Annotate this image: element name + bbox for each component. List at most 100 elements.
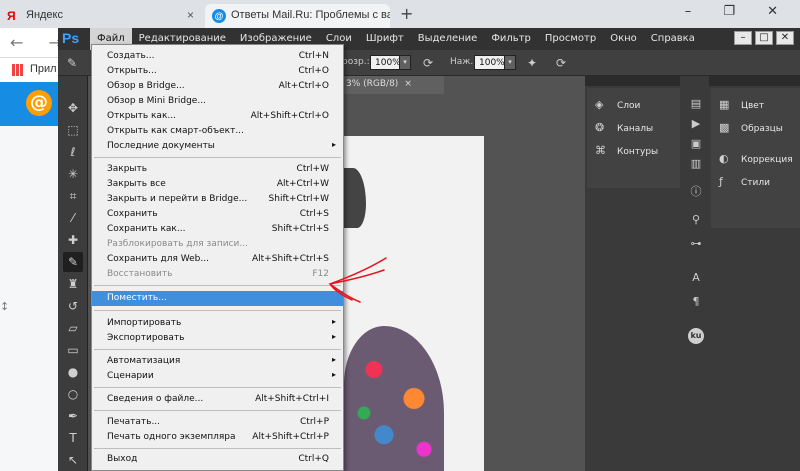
mail-logo-icon[interactable]: @ xyxy=(26,90,52,116)
marquee-tool-icon[interactable]: ⬚ xyxy=(63,120,83,140)
menu-separator xyxy=(94,157,341,158)
menu-item-label: Закрыть и перейти в Bridge... xyxy=(107,194,248,204)
minimize-button[interactable]: – xyxy=(734,31,752,45)
menu-item-scripts[interactable]: Сценарии ▸ xyxy=(92,369,343,384)
crop-tool-icon[interactable]: ⌗ xyxy=(63,186,83,206)
close-icon[interactable]: × xyxy=(187,8,194,22)
history-brush-tool-icon[interactable]: ↺ xyxy=(63,296,83,316)
clone-source-icon[interactable]: ⊶ xyxy=(688,236,704,252)
menu-help[interactable]: Справка xyxy=(644,28,702,50)
blur-tool-icon[interactable]: ● xyxy=(63,362,83,382)
document-canvas[interactable] xyxy=(344,136,484,471)
close-icon[interactable]: × xyxy=(404,79,412,89)
menu-item-new[interactable]: Создать... Ctrl+N xyxy=(92,49,343,64)
opacity-dropdown[interactable]: ▾ xyxy=(399,55,411,70)
apps-icon[interactable] xyxy=(12,64,24,76)
menu-item-export[interactable]: Экспортировать ▸ xyxy=(92,331,343,346)
shortcut: Ctrl+N xyxy=(298,51,329,61)
close-button[interactable]: ✕ xyxy=(776,31,794,45)
bookmarks-apps-label[interactable]: Прил xyxy=(30,63,57,75)
document-tab[interactable]: 3% (RGB/8) × xyxy=(344,76,444,94)
browser-tab-yandex[interactable]: Я Яндекс × xyxy=(0,4,200,28)
menu-item-file-info[interactable]: Сведения о файле... Alt+Shift+Ctrl+I xyxy=(92,392,343,407)
actions-icon[interactable]: ▶ xyxy=(688,116,704,132)
menu-item-print[interactable]: Печатать... Ctrl+P xyxy=(92,415,343,430)
menu-item-automate[interactable]: Автоматизация ▸ xyxy=(92,354,343,369)
menu-item-open[interactable]: Открыть... Ctrl+O xyxy=(92,64,343,79)
panel-swatches[interactable]: ▩ Образцы xyxy=(719,121,783,134)
new-tab-button[interactable]: + xyxy=(400,4,413,23)
panel-label: Контуры xyxy=(617,147,659,157)
menu-item-close-go-bridge[interactable]: Закрыть и перейти в Bridge... Shift+Ctrl+… xyxy=(92,192,343,207)
panel-color[interactable]: ▦ Цвет xyxy=(719,98,764,111)
panel-paths[interactable]: ⌘ Контуры xyxy=(595,144,658,157)
shortcut: Shift+Ctrl+W xyxy=(268,194,329,204)
menu-item-open-smart-object[interactable]: Открыть как смарт-объект... xyxy=(92,124,343,139)
menu-view[interactable]: Просмотр xyxy=(538,28,603,50)
menu-filter[interactable]: Фильтр xyxy=(484,28,538,50)
panel-adjustments[interactable]: ◐ Коррекция xyxy=(719,152,793,165)
brush-presets-icon[interactable]: ⚲ xyxy=(688,212,704,228)
pressure-size-icon[interactable]: ⟳ xyxy=(553,55,569,71)
flow-dropdown[interactable]: ▾ xyxy=(504,55,516,70)
maximize-button[interactable]: □ xyxy=(755,31,773,45)
menu-item-close[interactable]: Закрыть Ctrl+W xyxy=(92,162,343,177)
clone-stamp-tool-icon[interactable]: ♜ xyxy=(63,274,83,294)
shortcut: Alt+Shift+Ctrl+P xyxy=(252,432,329,442)
submenu-arrow-icon: ▸ xyxy=(331,370,336,379)
menu-item-open-as[interactable]: Открыть как... Alt+Shift+Ctrl+O xyxy=(92,109,343,124)
swatches-icon: ▩ xyxy=(719,121,730,134)
menu-item-recent[interactable]: Последние документы ▸ xyxy=(92,139,343,154)
pressure-opacity-icon[interactable]: ⟳ xyxy=(420,55,436,71)
menu-item-save-as[interactable]: Сохранить как... Shift+Ctrl+S xyxy=(92,222,343,237)
menu-item-browse-mini-bridge[interactable]: Обзор в Mini Bridge... xyxy=(92,94,343,109)
navigator-icon[interactable]: ▣ xyxy=(688,136,704,152)
eyedropper-tool-icon[interactable]: ⁄ xyxy=(63,208,83,228)
eraser-tool-icon[interactable]: ▱ xyxy=(63,318,83,338)
browser-window-controls[interactable]: – ❐ ✕ xyxy=(685,4,792,19)
histogram-icon[interactable]: ▥ xyxy=(688,156,704,172)
shortcut: Ctrl+Q xyxy=(298,454,329,464)
menu-item-browse-bridge[interactable]: Обзор в Bridge... Alt+Ctrl+O xyxy=(92,79,343,94)
panel-layers[interactable]: ◈ Слои xyxy=(595,98,640,111)
brush-tool-icon[interactable]: ✎ xyxy=(63,252,83,272)
menu-item-save[interactable]: Сохранить Ctrl+S xyxy=(92,207,343,222)
menu-item-label: Сохранить как... xyxy=(107,224,186,234)
menu-item-save-for-web[interactable]: Сохранить для Web... Alt+Shift+Ctrl+S xyxy=(92,252,343,267)
menu-select[interactable]: Выделение xyxy=(411,28,485,50)
gradient-tool-icon[interactable]: ▭ xyxy=(63,340,83,360)
info-icon[interactable]: ⓘ xyxy=(688,184,704,200)
yandex-icon: Я xyxy=(7,9,16,23)
browser-tab-mail[interactable]: @ Ответы Mail.Ru: Проблемы с ва xyxy=(205,4,390,28)
color-panel-group: ▦ Цвет ▩ Образцы ◐ Коррекция ƒ Стили xyxy=(711,88,800,228)
path-selection-tool-icon[interactable]: ↖ xyxy=(63,450,83,470)
menu-window[interactable]: Окно xyxy=(603,28,644,50)
browser-tabstrip: Я Яндекс × @ Ответы Mail.Ru: Проблемы с … xyxy=(0,0,800,28)
submenu-arrow-icon: ▸ xyxy=(331,140,336,149)
menu-item-label: Закрыть xyxy=(107,164,148,174)
menu-separator xyxy=(94,285,341,286)
menu-item-exit[interactable]: Выход Ctrl+Q xyxy=(92,452,343,467)
menu-item-label: Создать... xyxy=(107,51,155,61)
menu-item-close-all[interactable]: Закрыть все Alt+Ctrl+W xyxy=(92,177,343,192)
lasso-tool-icon[interactable]: ℓ xyxy=(63,142,83,162)
airbrush-icon[interactable]: ✦ xyxy=(524,55,540,71)
pen-tool-icon[interactable]: ✒ xyxy=(63,406,83,426)
menu-item-print-one-copy[interactable]: Печать одного экземпляра Alt+Shift+Ctrl+P xyxy=(92,430,343,445)
paragraph-icon[interactable]: ¶ xyxy=(688,294,704,310)
magic-wand-tool-icon[interactable]: ✳ xyxy=(63,164,83,184)
type-tool-icon[interactable]: T xyxy=(63,428,83,448)
healing-brush-tool-icon[interactable]: ✚ xyxy=(63,230,83,250)
menu-type[interactable]: Шрифт xyxy=(359,28,411,50)
kuler-icon[interactable]: ku xyxy=(688,328,704,344)
dodge-tool-icon[interactable]: ○ xyxy=(63,384,83,404)
brush-preset-icon[interactable]: ✎ xyxy=(64,55,80,71)
move-tool-icon[interactable]: ✥ xyxy=(63,98,83,118)
menu-item-revert: Восстановить F12 xyxy=(92,267,343,282)
menu-item-import[interactable]: Импортировать ▸ xyxy=(92,316,343,331)
menu-item-place[interactable]: Поместить... xyxy=(92,291,343,306)
panel-channels[interactable]: ❂ Каналы xyxy=(595,121,653,134)
character-icon[interactable]: A xyxy=(688,270,704,286)
history-icon[interactable]: ▤ xyxy=(688,96,704,112)
panel-styles[interactable]: ƒ Стили xyxy=(719,175,770,188)
